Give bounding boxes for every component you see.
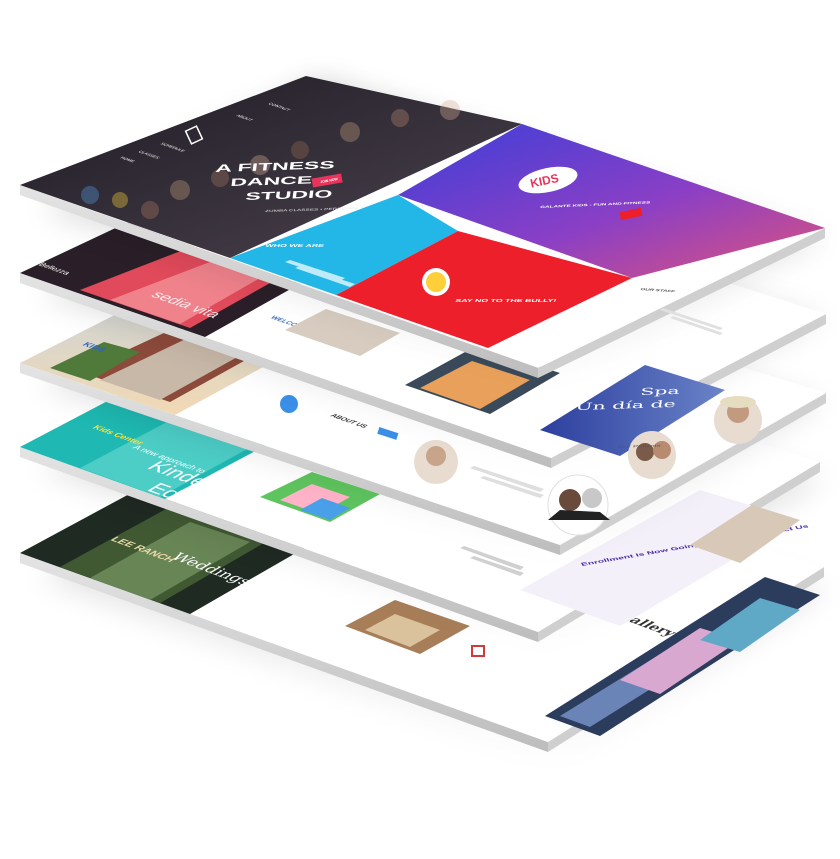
layered-website-mockups: LEE RANCH Weddings Gallery Kids Center A… xyxy=(0,0,840,859)
who-we-are-heading: WHO WE ARE xyxy=(265,244,326,248)
layer2-spa-line2: Spa xyxy=(640,385,681,398)
bully-heading: SAY NO TO THE BULLY! xyxy=(455,299,557,303)
layer3-about-icon xyxy=(280,395,298,413)
